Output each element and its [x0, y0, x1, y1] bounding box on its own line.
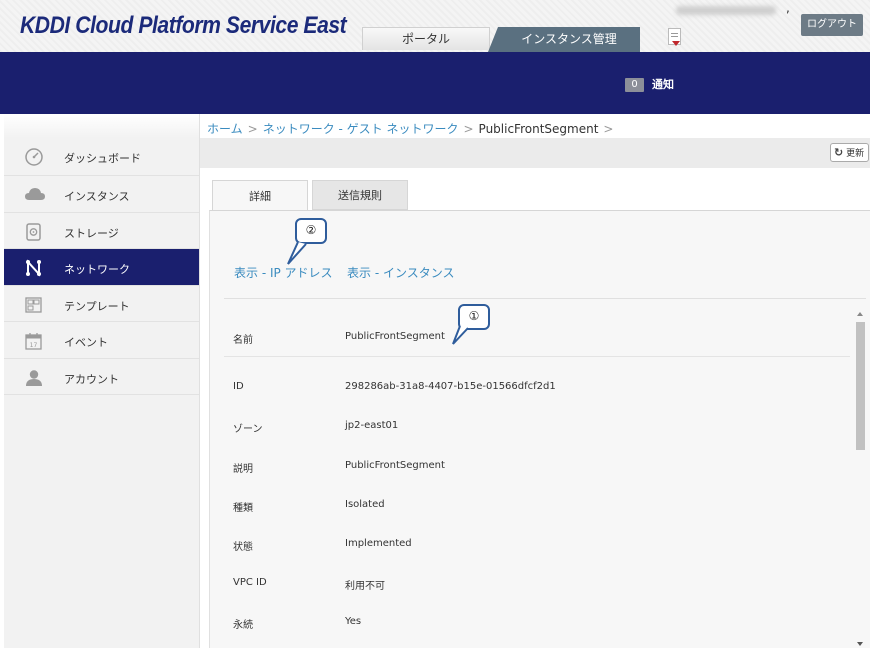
notification-count-badge[interactable]: 0: [625, 78, 644, 92]
callout-1-pointer: [452, 326, 469, 345]
callout-2-pointer: [287, 242, 307, 265]
divider: [224, 356, 850, 357]
user-suffix: ,: [786, 1, 790, 15]
svg-text:17: 17: [30, 342, 38, 349]
sidebar-item-instances[interactable]: インスタンス: [4, 176, 199, 213]
notification-label[interactable]: 通知: [652, 76, 674, 92]
sidebar-item-events[interactable]: 17 イベント: [4, 322, 199, 359]
breadcrumb-separator: >: [247, 122, 258, 136]
user-name-redacted: [676, 6, 776, 15]
dashboard-icon: [24, 148, 44, 166]
scroll-up-arrow-icon[interactable]: [857, 312, 863, 316]
breadcrumb-separator: >: [463, 122, 474, 136]
detail-label: 永続: [233, 620, 253, 631]
detail-label: 説明: [233, 464, 253, 475]
sidebar-item-network[interactable]: ネットワーク: [4, 249, 199, 286]
sidebar: ダッシュボード インスタンス ストレージ ネットワーク テンプレート 17 イベ…: [4, 114, 200, 648]
detail-label: 種類: [233, 503, 253, 514]
template-icon: [24, 296, 44, 314]
divider: [224, 298, 866, 299]
sidebar-item-label: ネットワーク: [64, 263, 130, 276]
detail-label: 名前: [233, 335, 253, 346]
sidebar-item-label: ダッシュボード: [64, 152, 141, 165]
detail-value: 298286ab-31a8-4407-b15e-01566dfcf2d1: [345, 381, 556, 392]
scroll-down-arrow-icon[interactable]: [857, 642, 863, 646]
notification-bar: 0 通知: [0, 52, 870, 114]
network-icon: [24, 259, 44, 277]
breadcrumb: ホーム > ネットワーク - ゲスト ネットワーク > PublicFrontSegme…: [207, 120, 618, 137]
sidebar-item-label: インスタンス: [64, 190, 130, 203]
breadcrumb-separator: >: [603, 122, 614, 136]
tab-details[interactable]: 詳細: [212, 180, 308, 211]
sidebar-item-account[interactable]: アカウント: [4, 359, 199, 395]
user-icon: [24, 369, 44, 387]
view-ip-addresses-link[interactable]: 表示 - IP アドレス: [234, 264, 333, 281]
cloud-icon: [24, 186, 45, 204]
sidebar-item-label: テンプレート: [64, 299, 130, 313]
detail-value: Yes: [345, 616, 362, 627]
sidebar-item-templates[interactable]: テンプレート: [4, 286, 199, 322]
refresh-button[interactable]: ↻ 更新: [830, 143, 869, 162]
sidebar-item-label: ストレージ: [64, 226, 119, 240]
sidebar-item-storage[interactable]: ストレージ: [4, 213, 199, 249]
detail-label: VPC ID: [233, 577, 267, 588]
logout-button[interactable]: ログアウト: [801, 14, 863, 36]
sidebar-item-label: イベント: [64, 336, 108, 349]
detail-label: ID: [233, 381, 244, 392]
callout-2: ②: [295, 218, 327, 244]
tab-portal[interactable]: ポータル: [362, 27, 490, 50]
view-instances-link[interactable]: 表示 - インスタンス: [347, 264, 454, 281]
detail-value: PublicFrontSegment: [345, 331, 445, 342]
detail-value: jp2-east01: [345, 420, 399, 431]
detail-value: Implemented: [345, 538, 412, 549]
tab-egress-rules[interactable]: 送信規則: [312, 180, 408, 210]
toolbar: [200, 138, 870, 168]
breadcrumb-guest-network[interactable]: ネットワーク - ゲスト ネットワーク: [263, 122, 459, 136]
detail-value: Isolated: [345, 499, 385, 510]
tab-instance-management[interactable]: インスタンス管理: [488, 27, 640, 52]
refresh-label: 更新: [846, 149, 865, 159]
document-icon[interactable]: [668, 28, 681, 46]
refresh-icon: ↻: [834, 146, 844, 159]
sidebar-item-dashboard[interactable]: ダッシュボード: [4, 138, 199, 176]
detail-label: 状態: [233, 542, 253, 553]
breadcrumb-home[interactable]: ホーム: [207, 122, 243, 136]
detail-label: ゾーン: [233, 424, 263, 435]
detail-value: PublicFrontSegment: [345, 460, 445, 471]
detail-value: 利用不可: [345, 581, 385, 592]
scrollbar-thumb[interactable]: [856, 322, 865, 450]
calendar-icon: 17: [24, 332, 44, 350]
sidebar-item-label: アカウント: [64, 372, 119, 386]
header: KDDI Cloud Platform Service East ポータル イン…: [0, 0, 870, 52]
breadcrumb-current: PublicFrontSegment: [478, 122, 599, 136]
app-logo[interactable]: KDDI Cloud Platform Service East: [20, 12, 347, 40]
storage-icon: [24, 222, 44, 241]
